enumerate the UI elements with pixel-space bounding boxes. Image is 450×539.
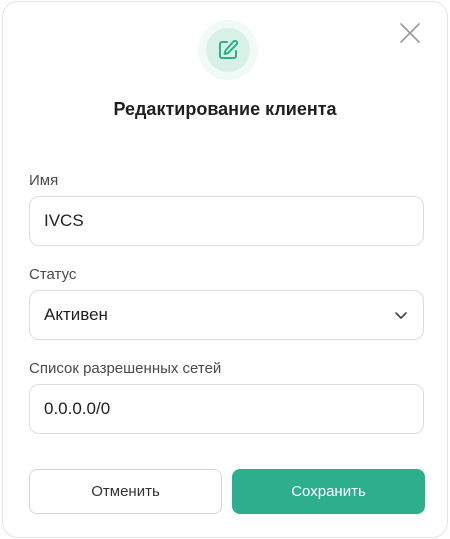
chevron-down-icon <box>395 312 407 319</box>
cancel-button[interactable]: Отменить <box>29 469 222 514</box>
networks-input[interactable] <box>29 384 424 434</box>
name-label: Имя <box>29 172 59 189</box>
name-input[interactable] <box>29 196 424 246</box>
close-icon <box>400 23 420 43</box>
networks-label: Список разрешенных сетей <box>29 360 222 377</box>
edit-client-dialog: Редактирование клиента Имя Статус Активе… <box>2 1 448 538</box>
status-label: Статус <box>29 266 77 283</box>
header-icon-badge <box>198 20 258 80</box>
edit-icon <box>219 39 239 59</box>
status-selected-value: Активен <box>44 305 108 324</box>
status-select[interactable]: Активен <box>29 290 424 340</box>
close-button[interactable] <box>398 21 422 45</box>
dialog-title: Редактирование клиента <box>113 99 337 119</box>
save-button[interactable]: Сохранить <box>232 469 425 514</box>
